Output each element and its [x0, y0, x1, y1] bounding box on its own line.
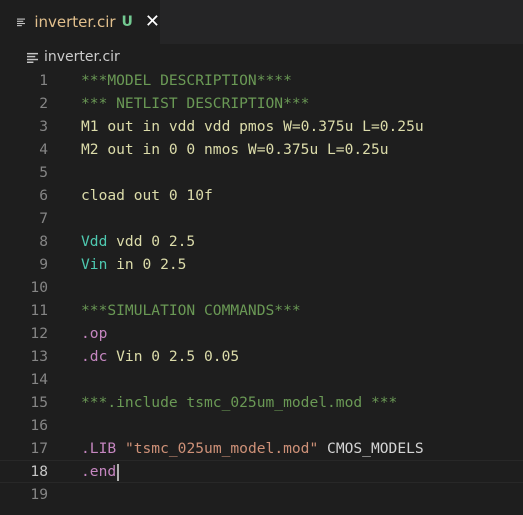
code-line[interactable]: 2 *** NETLIST DESCRIPTION*** [0, 92, 523, 115]
line-number: 19 [30, 486, 48, 503]
line-number: 14 [30, 371, 48, 388]
line-number: 6 [39, 187, 48, 204]
breadcrumb-item-file[interactable]: inverter.cir [44, 49, 120, 65]
code-line[interactable]: 10 [0, 276, 523, 299]
file-lines-icon [27, 52, 38, 63]
line-number: 10 [30, 279, 48, 296]
code-line[interactable]: 12 .op [0, 322, 523, 345]
line-number: 11 [30, 302, 48, 319]
code-text: Vin in 0 2.5 [81, 253, 186, 276]
editor-window: inverter.cir U ✕ inverter.cir 1 ***MODEL … [0, 0, 523, 515]
close-icon[interactable]: ✕ [145, 13, 160, 31]
code-text: ***SIMULATION COMMANDS*** [81, 299, 301, 322]
code-token: *** NETLIST DESCRIPTION*** [81, 95, 310, 112]
code-line[interactable]: 13 .dc Vin 0 2.5 0.05 [0, 345, 523, 368]
code-line[interactable]: 9 Vin in 0 2.5 [0, 253, 523, 276]
code-line[interactable]: 5 [0, 161, 523, 184]
line-number: 3 [39, 118, 48, 135]
code-line[interactable]: 3 M1 out in vdd vdd pmos W=0.375u L=0.25u [0, 115, 523, 138]
code-token: ***SIMULATION COMMANDS*** [81, 302, 301, 319]
tab-inverter-cir[interactable]: inverter.cir U ✕ [0, 0, 160, 44]
code-token: ***MODEL DESCRIPTION**** [81, 72, 292, 89]
code-line[interactable]: 18 .end [0, 460, 523, 483]
code-token: cload out 0 10f [81, 187, 213, 204]
code-editor[interactable]: 1 ***MODEL DESCRIPTION**** 2 *** NETLIST DE… [0, 68, 523, 515]
text-cursor [117, 463, 120, 481]
tab-bar: inverter.cir U ✕ [0, 0, 523, 44]
code-token: vdd 0 2.5 [107, 233, 196, 250]
code-token: ***.include tsmc_025um_model.mod *** [81, 394, 398, 411]
line-number: 2 [39, 95, 48, 112]
line-number: 1 [39, 72, 48, 89]
code-text: M2 out in 0 0 nmos W=0.375u L=0.25u [81, 138, 389, 161]
line-number: 18 [30, 463, 48, 480]
code-line[interactable]: 17 .LIB "tsmc_025um_model.mod" CMOS_MODEL… [0, 437, 523, 460]
line-number: 4 [39, 141, 48, 158]
code-line[interactable]: 11 ***SIMULATION COMMANDS*** [0, 299, 523, 322]
code-line[interactable]: 6 cload out 0 10f [0, 184, 523, 207]
code-line[interactable]: 4 M2 out in 0 0 nmos W=0.375u L=0.25u [0, 138, 523, 161]
line-number: 16 [30, 417, 48, 434]
code-token: Vdd [81, 233, 108, 250]
code-line[interactable]: 7 [0, 207, 523, 230]
code-token: .LIB [81, 440, 117, 457]
code-line[interactable]: 1 ***MODEL DESCRIPTION**** [0, 69, 523, 92]
code-token: .op [81, 325, 108, 342]
line-number: 17 [30, 440, 48, 457]
code-token: M1 out in vdd vdd pmos W=0.375u L=0.25u [81, 118, 424, 135]
code-token: .end [81, 463, 117, 480]
line-number: 15 [30, 394, 48, 411]
code-token: .dc [81, 348, 108, 365]
code-token: in 0 2.5 [107, 256, 187, 273]
code-text: cload out 0 10f [81, 184, 213, 207]
code-token: Vin 0 2.5 0.05 [107, 348, 240, 365]
code-text: Vdd vdd 0 2.5 [81, 230, 195, 253]
git-status-badge: U [121, 14, 133, 30]
file-lines-icon [17, 18, 26, 27]
code-token: Vin [81, 256, 108, 273]
breadcrumb: inverter.cir [0, 44, 523, 70]
code-line[interactable]: 15 ***.include tsmc_025um_model.mod *** [0, 391, 523, 414]
code-text: ***MODEL DESCRIPTION**** [81, 69, 292, 92]
code-token: CMOS_MODELS [318, 440, 424, 457]
code-line[interactable]: 8 Vdd vdd 0 2.5 [0, 230, 523, 253]
code-text: *** NETLIST DESCRIPTION*** [81, 92, 309, 115]
code-text: .dc Vin 0 2.5 0.05 [81, 345, 239, 368]
code-text: .op [81, 322, 107, 345]
line-number: 5 [39, 164, 48, 181]
code-token: M2 out in 0 0 nmos W=0.375u L=0.25u [81, 141, 389, 158]
code-text: .LIB "tsmc_025um_model.mod" CMOS_MODELS [81, 437, 424, 460]
line-number: 13 [30, 348, 48, 365]
code-line[interactable]: 14 [0, 368, 523, 391]
code-text: ***.include tsmc_025um_model.mod *** [81, 391, 397, 414]
code-line[interactable]: 19 [0, 483, 523, 506]
line-number: 12 [30, 325, 48, 342]
code-token: "tsmc_025um_model.mod" [124, 440, 319, 457]
line-number: 9 [39, 256, 48, 273]
line-number: 7 [39, 210, 48, 227]
line-number: 8 [39, 233, 48, 250]
tab-label: inverter.cir [34, 13, 116, 31]
code-text: M1 out in vdd vdd pmos W=0.375u L=0.25u [81, 115, 424, 138]
code-line[interactable]: 16 [0, 414, 523, 437]
code-text: .end [81, 461, 120, 482]
